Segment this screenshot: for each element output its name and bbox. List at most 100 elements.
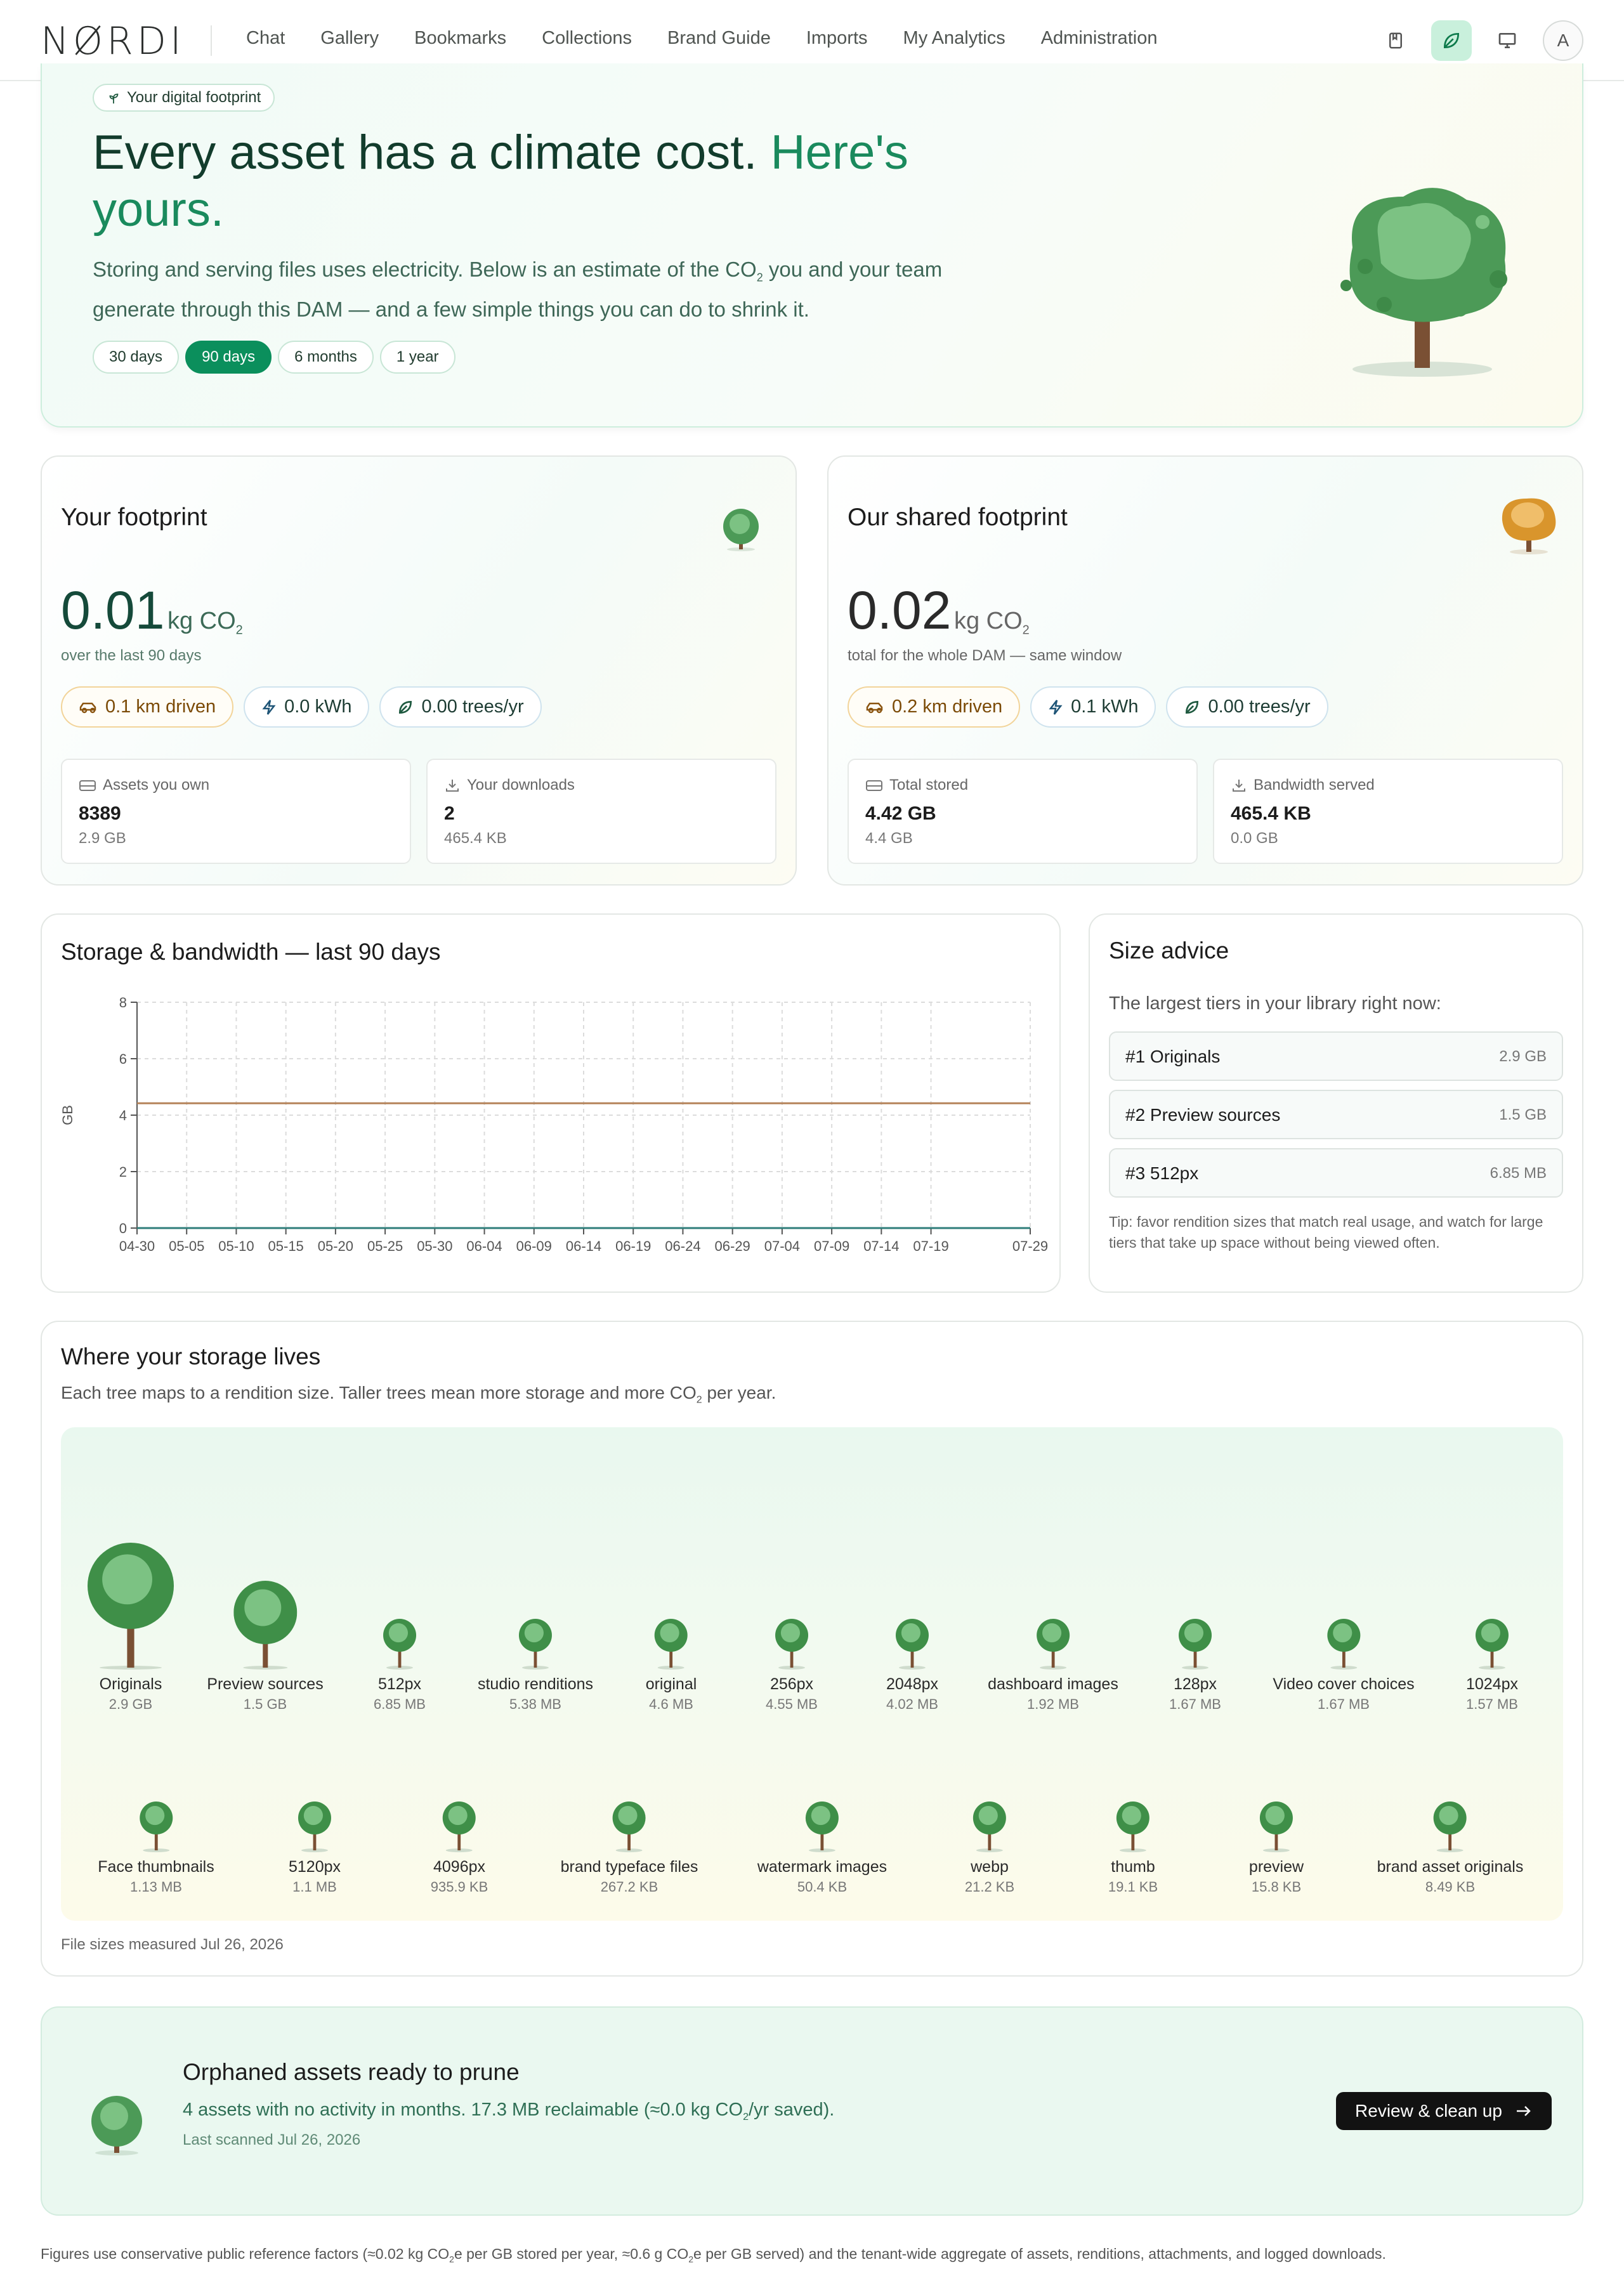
storage-tree-item[interactable]: original 4.6 MB [646, 1619, 697, 1713]
footer-note: Figures use conservative public referenc… [41, 2246, 1386, 2265]
y-tick-label: 6 [119, 1051, 127, 1067]
storage-tree-item[interactable]: webp 21.2 KB [965, 1801, 1014, 1895]
stat-label-row: Total stored [865, 776, 968, 794]
storage-tree-item[interactable]: preview 15.8 KB [1249, 1801, 1304, 1895]
leaf-icon [399, 700, 412, 714]
storage-tree-item[interactable]: 512px 6.85 MB [374, 1619, 426, 1713]
tree-icon [1327, 1619, 1360, 1670]
stat-sub: 4.4 GB [865, 830, 913, 847]
range-6-months[interactable]: 6 months [278, 341, 374, 374]
storage-tree-item[interactable]: 4096px 935.9 KB [431, 1801, 488, 1895]
lightning-icon [1049, 699, 1063, 715]
storage-description: Each tree maps to a rendition size. Tall… [61, 1383, 776, 1406]
tree-size: 1.92 MB [1027, 1696, 1079, 1712]
storage-icon [866, 780, 882, 791]
advice-row[interactable]: #2 Preview sources 1.5 GB [1109, 1090, 1563, 1139]
advice-row[interactable]: #3 512px 6.85 MB [1109, 1148, 1563, 1198]
shared-kwh-chip: 0.1 kWh [1030, 686, 1156, 728]
monitor-icon[interactable] [1487, 20, 1528, 61]
x-tick-label: 06-29 [715, 1238, 750, 1254]
leaf-icon[interactable] [1431, 20, 1472, 61]
storage-tree-item[interactable]: 2048px 4.02 MB [886, 1619, 938, 1713]
tree-size: 6.85 MB [374, 1696, 426, 1712]
storage-bandwidth-chart: 0 2 4 6 8 04-30 05-05 05-10 05-15 05-20 05-25 05-30… [60, 995, 1048, 1254]
storage-tree-item[interactable]: 1024px 1.57 MB [1466, 1619, 1518, 1713]
storage-tree-item[interactable]: Preview sources 1.5 GB [207, 1581, 324, 1713]
shared-trees-chip: 0.00 trees/yr [1166, 686, 1328, 728]
download-icon [446, 780, 459, 792]
storage-icon [79, 780, 96, 791]
storage-tree-item[interactable]: brand asset originals 8.49 KB [1377, 1801, 1524, 1895]
your-trees-text: 0.00 trees/yr [421, 696, 524, 717]
hero-panel: Your digital footprint Every asset has a… [41, 63, 1583, 428]
storage-tree-item[interactable]: brand typeface files 267.2 KB [561, 1801, 698, 1895]
app-logo[interactable]: NØRDI [41, 19, 185, 63]
x-tick-label: 06-09 [516, 1238, 552, 1254]
tree-label: brand asset originals [1377, 1858, 1524, 1876]
shared-driven-chip: 0.2 km driven [848, 686, 1021, 728]
stat-label: Your downloads [467, 776, 575, 794]
nav-link-my-analytics[interactable]: My Analytics [903, 28, 1005, 49]
advice-row[interactable]: #1 Originals 2.9 GB [1109, 1031, 1563, 1081]
tree-label: 4096px [433, 1858, 486, 1876]
range-90-days[interactable]: 90 days [185, 341, 272, 374]
nav-link-brand-guide[interactable]: Brand Guide [667, 28, 771, 49]
tree-label: Originals [99, 1675, 162, 1693]
tree-label: Face thumbnails [98, 1858, 214, 1876]
storage-tree-item[interactable]: Originals 2.9 GB [86, 1543, 175, 1713]
your-footprint-value: 0.01 kg CO2 [61, 580, 243, 641]
y-tick-label: 2 [119, 1164, 127, 1180]
range-30-days[interactable]: 30 days [93, 341, 180, 374]
storage-tree-item[interactable]: Face thumbnails 1.13 MB [98, 1801, 214, 1895]
tree-size: 1.57 MB [1466, 1696, 1518, 1712]
nav-link-administration[interactable]: Administration [1041, 28, 1158, 49]
your-equivalents: 0.1 km driven 0.0 kWh 0.00 trees/yr [61, 686, 542, 728]
x-tick-label: 07-09 [814, 1238, 849, 1254]
nav-link-bookmarks[interactable]: Bookmarks [414, 28, 506, 49]
review-clean-up-button[interactable]: Review & clean up [1336, 2092, 1552, 2130]
x-tick-label: 07-04 [764, 1238, 800, 1254]
size-advice-intro: The largest tiers in your library right … [1109, 993, 1441, 1014]
arrow-right-icon [1516, 2106, 1531, 2116]
storage-tree-item[interactable]: 5120px 1.1 MB [289, 1801, 341, 1895]
storage-tree-item[interactable]: watermark images 50.4 KB [757, 1801, 887, 1895]
shared-equivalents: 0.2 km driven 0.1 kWh 0.00 trees/yr [848, 686, 1328, 728]
advice-row-size: 6.85 MB [1490, 1165, 1547, 1182]
nav-link-gallery[interactable]: Gallery [320, 28, 379, 49]
storage-tree-item[interactable]: 256px 4.55 MB [766, 1619, 818, 1713]
tree-size: 1.13 MB [130, 1879, 182, 1895]
nav-link-imports[interactable]: Imports [806, 28, 868, 49]
footer-sub2: 2 [688, 2254, 694, 2265]
hero-lead-part1: Storing and serving files uses electrici… [93, 258, 757, 281]
orphan-tree-icon [91, 2096, 142, 2155]
tree-icon [973, 1801, 1006, 1852]
download-icon [1233, 780, 1245, 792]
tree-icon [383, 1619, 416, 1670]
nav-link-chat[interactable]: Chat [246, 28, 285, 49]
range-1-year[interactable]: 1 year [379, 341, 455, 374]
y-tick-label: 0 [119, 1220, 127, 1236]
advice-row-size: 1.5 GB [1499, 1106, 1547, 1123]
car-icon [79, 702, 96, 713]
stat-bandwidth-served: Bandwidth served 465.4 KB 0.0 GB [1213, 759, 1563, 864]
car-icon [866, 702, 883, 713]
your-footprint-caption: over the last 90 days [61, 647, 202, 664]
tree-size: 15.8 KB [1251, 1879, 1302, 1895]
chart-card: Storage & bandwidth — last 90 days 02468… [41, 913, 1061, 1293]
tree-icon [233, 1581, 297, 1670]
footer-part1: Figures use conservative public referenc… [41, 2246, 450, 2262]
stat-label-row: Assets you own [79, 776, 209, 794]
nav-link-collections[interactable]: Collections [542, 28, 632, 49]
storage-tree-item[interactable]: dashboard images 1.92 MB [988, 1619, 1118, 1713]
stat-your-downloads: Your downloads 2 465.4 KB [426, 759, 776, 864]
user-avatar[interactable]: A [1543, 20, 1583, 61]
bookmark-book-icon[interactable] [1375, 20, 1416, 61]
tree-size: 4.02 MB [886, 1696, 938, 1712]
tree-label: 512px [377, 1675, 422, 1693]
storage-tree-item[interactable]: Video cover choices 1.67 MB [1273, 1619, 1415, 1713]
tree-label: dashboard images [988, 1675, 1118, 1693]
storage-tree-item[interactable]: studio renditions 5.38 MB [478, 1619, 593, 1713]
storage-tree-item[interactable]: thumb 19.1 KB [1108, 1801, 1158, 1895]
storage-tree-item[interactable]: 128px 1.67 MB [1169, 1619, 1221, 1713]
x-tick-label: 05-05 [169, 1238, 204, 1254]
